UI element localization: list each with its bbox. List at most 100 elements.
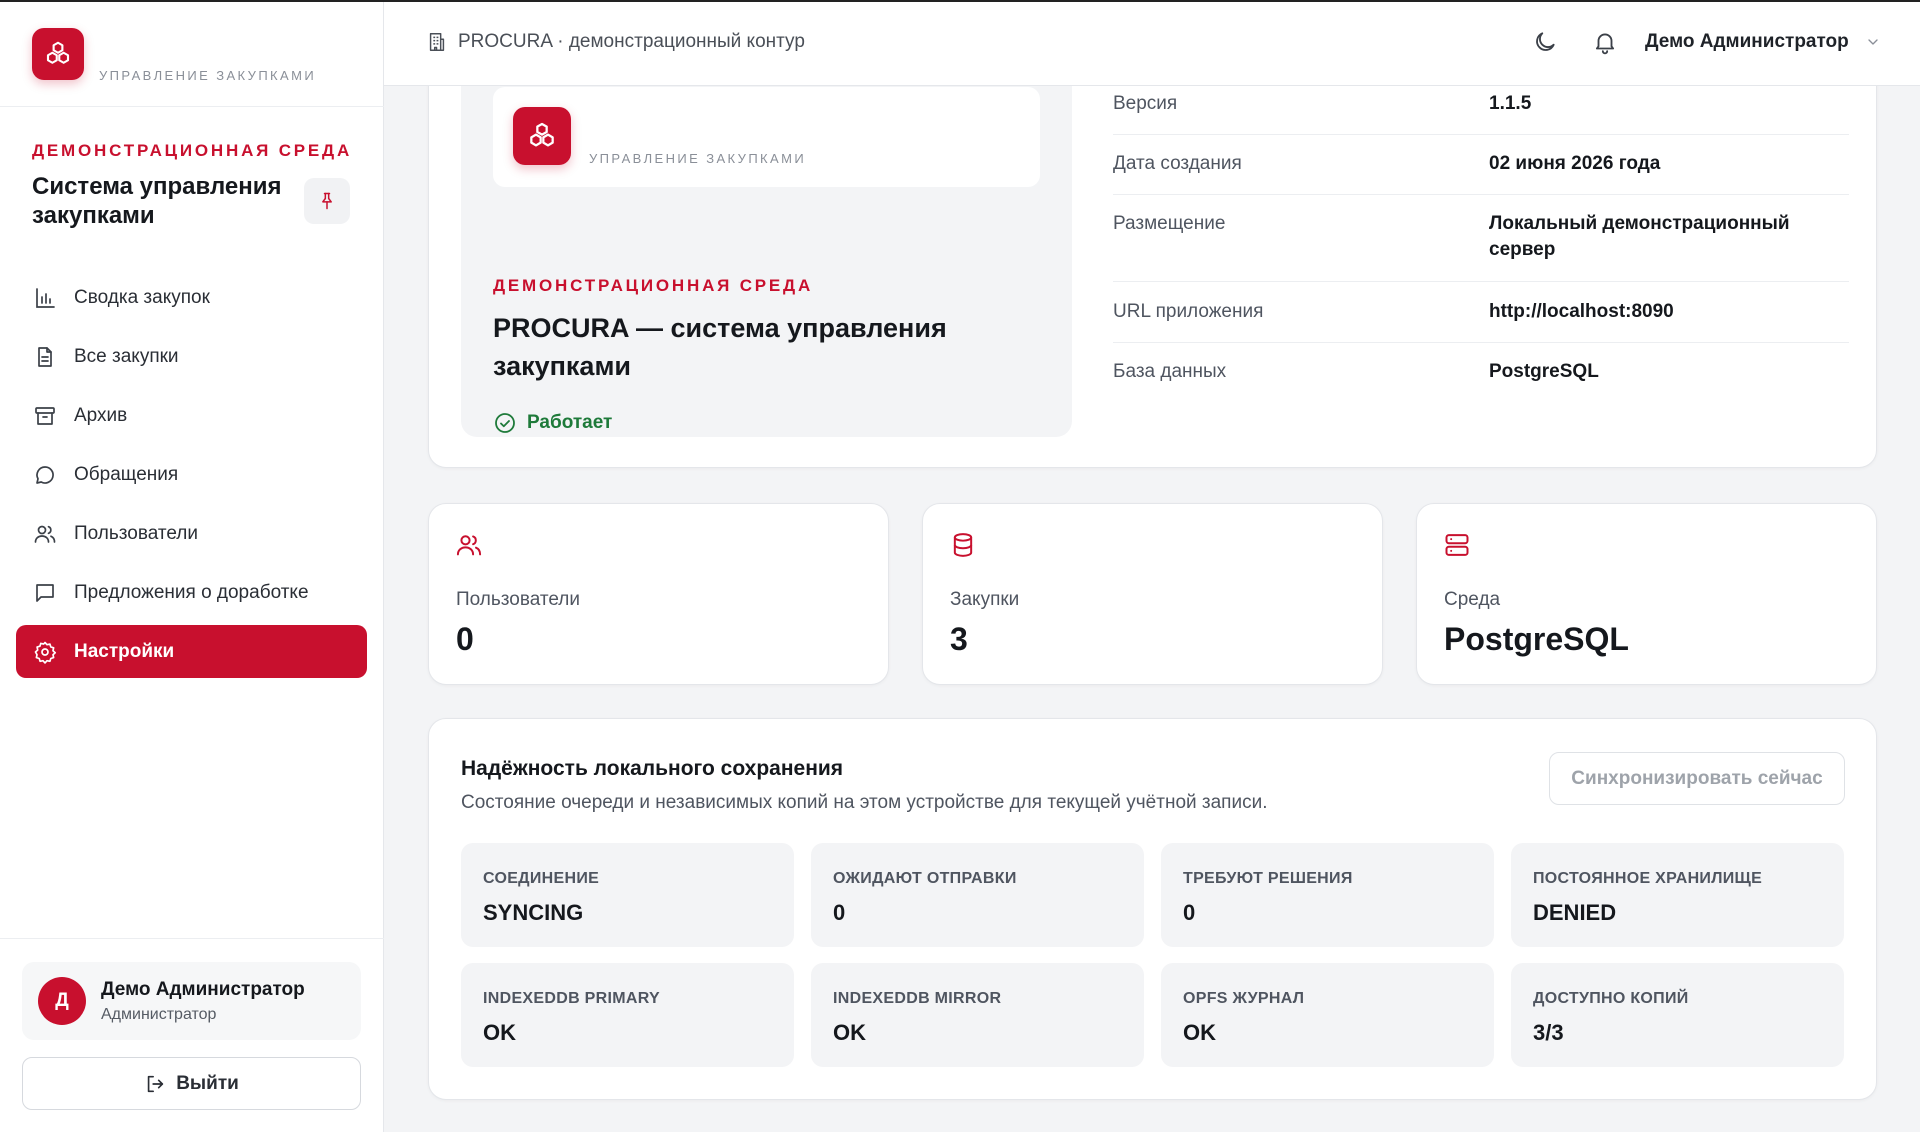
users-icon (32, 521, 58, 547)
stat-value: 0 (456, 621, 474, 657)
pin-icon (322, 192, 332, 210)
info-value: 1.1.5 (1489, 93, 1532, 114)
check-circle-icon (493, 411, 517, 435)
info-value: PostgreSQL (1489, 361, 1599, 382)
sidebar-item-label: Архив (74, 404, 128, 426)
status-tile-copies-available: ДОСТУПНО КОПИЙ 3/3 (1511, 963, 1844, 1067)
info-label: Дата создания (1113, 153, 1242, 174)
user-role: Администратор (101, 1006, 217, 1023)
status-tile-indexeddb-mirror: INDEXEDDB MIRROR OK (811, 963, 1144, 1067)
user-name: Демо Администратор (101, 979, 305, 1000)
environment-label: ДЕМОНСТРАЦИОННАЯ СРЕДА (32, 141, 353, 160)
sidebar-item-label: Настройки (74, 640, 175, 662)
info-label: URL приложения (1113, 301, 1264, 322)
gear-icon (32, 639, 58, 665)
brand-caption: УПРАВЛЕНИЕ ЗАКУПКАМИ (589, 151, 807, 166)
tile-label: INDEXEDDB MIRROR (833, 990, 1002, 1007)
pin-sidebar-button[interactable] (304, 178, 350, 224)
breadcrumb: PROCURA · демонстрационный контур (426, 31, 805, 53)
logout-label: Выйти (176, 1072, 239, 1094)
sidebar-item-label: Все закупки (74, 345, 179, 367)
tile-value: DENIED (1533, 900, 1617, 925)
brand-logo (513, 107, 571, 165)
tile-label: ТРЕБУЮТ РЕШЕНИЯ (1183, 870, 1353, 887)
tile-value: 0 (1183, 900, 1196, 925)
cubes-logo-icon (46, 41, 70, 64)
status-tile-needs-resolution: ТРЕБУЮТ РЕШЕНИЯ 0 (1161, 843, 1494, 947)
sidebar-item-requests[interactable]: Обращения (16, 448, 367, 501)
sidebar-item-all-purchases[interactable]: Все закупки (16, 330, 367, 383)
tile-label: ДОСТУПНО КОПИЙ (1533, 990, 1689, 1007)
local-storage-reliability-card: Надёжность локального сохранения Состоян… (428, 718, 1877, 1100)
app-logo[interactable] (32, 28, 84, 80)
theme-toggle-button[interactable] (1532, 29, 1558, 55)
current-user-card[interactable]: Д Демо Администратор Администратор (22, 962, 361, 1040)
chevron-down-icon (1865, 34, 1881, 50)
sidebar-item-label: Пользователи (74, 522, 199, 544)
users-icon (455, 531, 483, 559)
tile-label: OPFS ЖУРНАЛ (1183, 990, 1305, 1007)
stat-card-environment: Среда PostgreSQL (1416, 503, 1877, 685)
tile-value: 3/3 (1533, 1020, 1564, 1045)
app-title: Система управления закупками (32, 173, 282, 229)
section-title: Надёжность локального сохранения (461, 757, 844, 780)
bar-chart-icon (32, 285, 58, 311)
info-value: Локальный демонстрационный сервер (1489, 213, 1790, 260)
status-tile-opfs-journal: OPFS ЖУРНАЛ OK (1161, 963, 1494, 1067)
info-value: http://localhost:8090 (1489, 301, 1674, 322)
product-title: PROCURA — система управления закупками (493, 313, 947, 381)
chat-bubble-icon (32, 462, 58, 488)
breadcrumb-text: PROCURA · демонстрационный контур (458, 31, 805, 52)
info-row-created: Дата создания 02 июня 2026 года (1113, 135, 1849, 195)
cubes-logo-icon (530, 122, 554, 147)
sidebar-item-settings[interactable]: Настройки (16, 625, 367, 678)
database-icon (949, 531, 977, 559)
section-subtitle: Состояние очереди и независимых копий на… (461, 792, 1268, 813)
user-menu-button[interactable]: Демо Администратор (1645, 31, 1881, 53)
stat-label: Пользователи (456, 589, 581, 610)
stat-card-users: Пользователи 0 (428, 503, 889, 685)
tile-label: ОЖИДАЮТ ОТПРАВКИ (833, 870, 1017, 887)
status-text: Работает (527, 412, 613, 433)
stat-label: Среда (1444, 589, 1501, 610)
topbar: PROCURA · демонстрационный контур Демо А… (384, 0, 1920, 86)
sidebar: УПРАВЛЕНИЕ ЗАКУПКАМИ ДЕМОНСТРАЦИОННАЯ СР… (0, 0, 384, 1132)
info-label: Версия (1113, 93, 1178, 114)
window-top-border (0, 0, 1920, 2)
status-tile-indexeddb-primary: INDEXEDDB PRIMARY OK (461, 963, 794, 1067)
tile-value: OK (833, 1020, 866, 1045)
tile-value: OK (1183, 1020, 1216, 1045)
info-row-url: URL приложения http://localhost:8090 (1113, 282, 1849, 343)
sync-now-button[interactable]: Синхронизировать сейчас (1549, 752, 1845, 805)
brand-panel: УПРАВЛЕНИЕ ЗАКУПКАМИ ДЕМОНСТРАЦИОННАЯ СР… (461, 71, 1072, 437)
logout-icon (144, 1073, 166, 1095)
sidebar-item-summary[interactable]: Сводка закупок (16, 271, 367, 324)
sidebar-item-archive[interactable]: Архив (16, 389, 367, 442)
about-card: УПРАВЛЕНИЕ ЗАКУПКАМИ ДЕМОНСТРАЦИОННАЯ СР… (428, 40, 1877, 468)
building-icon (426, 31, 448, 53)
sidebar-nav: Сводка закупок Все закупки Архив Обращен… (16, 271, 367, 684)
moon-icon (1536, 32, 1555, 51)
status-tile-persistent-storage: ПОСТОЯННОЕ ХРАНИЛИЩЕ DENIED (1511, 843, 1844, 947)
sidebar-item-label: Предложения о доработке (74, 581, 309, 603)
status-tile-pending: ОЖИДАЮТ ОТПРАВКИ 0 (811, 843, 1144, 947)
sidebar-item-suggestions[interactable]: Предложения о доработке (16, 566, 367, 619)
info-row-hosting: Размещение Локальный демонстрационный се… (1113, 195, 1849, 282)
user-menu-name: Демо Администратор (1645, 31, 1849, 52)
archive-icon (32, 403, 58, 429)
info-value: 02 июня 2026 года (1489, 153, 1661, 174)
notifications-button[interactable] (1592, 29, 1618, 55)
message-square-icon (32, 580, 58, 606)
status-tile-connection: СОЕДИНЕНИЕ SYNCING (461, 843, 794, 947)
stat-card-purchases: Закупки 3 (922, 503, 1383, 685)
server-icon (1443, 531, 1471, 559)
logout-button[interactable]: Выйти (22, 1057, 361, 1110)
tile-value: OK (483, 1020, 516, 1045)
sidebar-item-label: Обращения (74, 463, 179, 485)
info-row-database: База данных PostgreSQL (1113, 343, 1849, 401)
sidebar-bottom-divider (0, 938, 384, 939)
sidebar-item-users[interactable]: Пользователи (16, 507, 367, 560)
brand-logo-box: УПРАВЛЕНИЕ ЗАКУПКАМИ (493, 87, 1040, 187)
tile-label: СОЕДИНЕНИЕ (483, 870, 600, 887)
document-icon (32, 344, 58, 370)
